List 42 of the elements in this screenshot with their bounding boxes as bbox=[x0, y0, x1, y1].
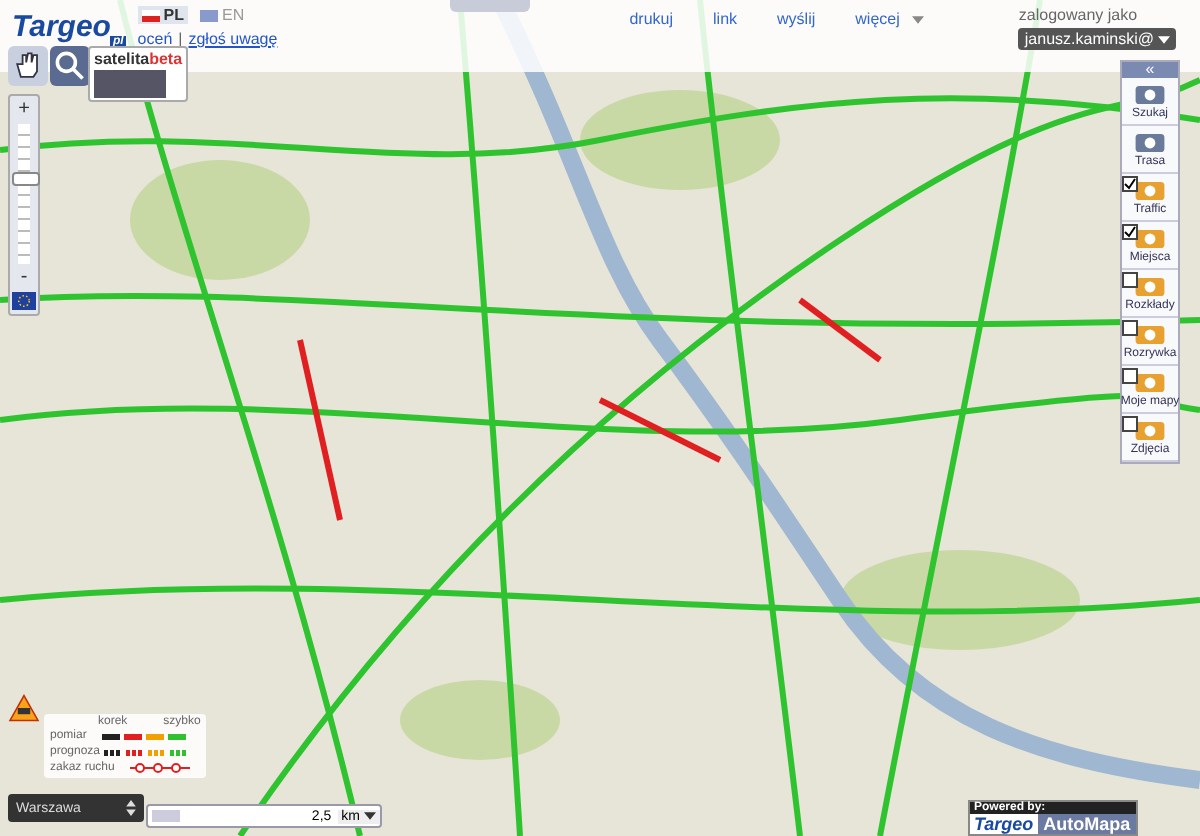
layer-icon bbox=[1132, 178, 1168, 204]
zoom-thumb[interactable] bbox=[12, 171, 40, 186]
layer-icon bbox=[1132, 322, 1168, 348]
layer-icon bbox=[1132, 226, 1168, 252]
caret-icon[interactable] bbox=[1158, 36, 1170, 44]
login-label: zalogowany jako bbox=[1018, 6, 1138, 24]
updown-icon[interactable] bbox=[126, 800, 136, 816]
warning-sign-icon bbox=[8, 694, 40, 722]
report-link[interactable]: zgłoś uwagę bbox=[188, 30, 278, 48]
toolbar-link[interactable]: link bbox=[713, 10, 738, 28]
checkbox[interactable] bbox=[1122, 272, 1138, 288]
toolbar-link[interactable]: więcej bbox=[855, 10, 900, 28]
toolbar-link[interactable]: drukuj bbox=[629, 10, 674, 28]
checkbox[interactable] bbox=[1122, 320, 1138, 336]
toolbar-link[interactable]: wyślij bbox=[777, 10, 816, 28]
targeo-logo: Targeo bbox=[970, 814, 1038, 834]
zoom-in-button[interactable]: + bbox=[18, 100, 30, 120]
beta-label: beta bbox=[149, 50, 183, 68]
language-option[interactable]: PL bbox=[137, 6, 189, 24]
layer-icon bbox=[1132, 418, 1168, 444]
layer-icon bbox=[1132, 274, 1168, 300]
satellite-label: satelita bbox=[94, 50, 150, 68]
checkbox[interactable] bbox=[1122, 224, 1138, 240]
layer-icon bbox=[1132, 130, 1168, 156]
eu-flag-icon[interactable] bbox=[12, 292, 36, 310]
checkbox[interactable] bbox=[1122, 176, 1138, 192]
collapse-handle[interactable] bbox=[449, 0, 530, 12]
checkbox[interactable] bbox=[1122, 416, 1138, 432]
layer-icon bbox=[1132, 370, 1168, 396]
zoom-area-icon[interactable] bbox=[50, 46, 90, 86]
checkbox[interactable] bbox=[1122, 368, 1138, 384]
layer-icon bbox=[1132, 82, 1168, 108]
rate-link[interactable]: oceń bbox=[137, 30, 173, 48]
satellite-toggle[interactable]: satelitabeta bbox=[88, 46, 189, 102]
user-dropdown[interactable]: janusz.kaminski@ bbox=[1018, 28, 1176, 50]
scale-handle[interactable] bbox=[152, 810, 180, 822]
satellite-thumbnail[interactable] bbox=[94, 70, 166, 98]
zoom-slider[interactable]: + - bbox=[8, 94, 40, 316]
caret-icon[interactable] bbox=[364, 811, 376, 819]
automapa-logo: AutoMapa bbox=[1037, 814, 1137, 834]
hand-icon[interactable] bbox=[8, 46, 48, 86]
zoom-out-button[interactable]: - bbox=[20, 268, 28, 288]
